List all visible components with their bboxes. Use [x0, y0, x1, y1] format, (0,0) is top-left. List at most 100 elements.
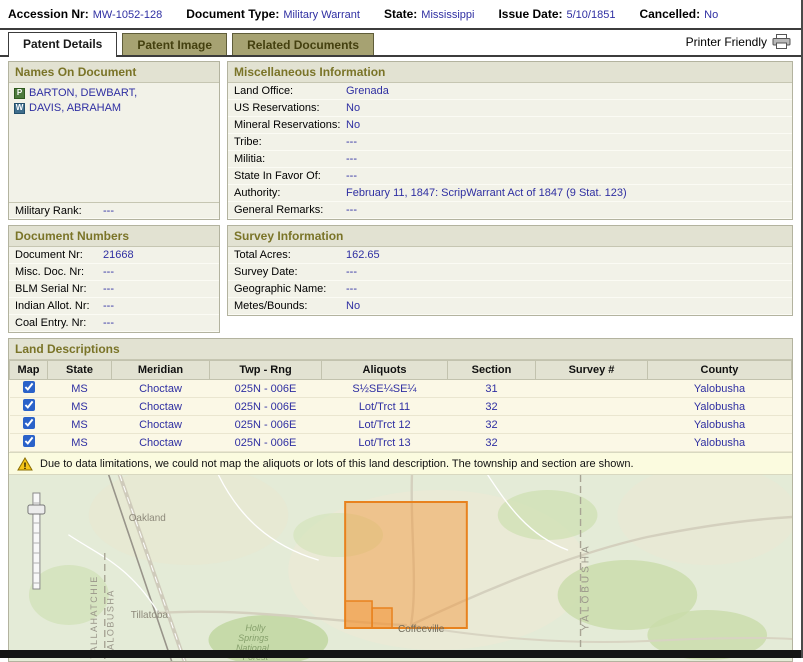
printer-friendly-link[interactable]: Printer Friendly [686, 34, 801, 55]
docnums-panel-title: Document Numbers [9, 226, 219, 247]
row-label: Survey Date: [234, 266, 346, 278]
cell-section: 32 [448, 416, 536, 434]
row-label: Misc. Doc. Nr: [15, 266, 103, 278]
svg-text:Springs: Springs [238, 633, 269, 643]
tab-related-documents[interactable]: Related Documents [232, 33, 374, 55]
table-row: MS Choctaw 025N - 006E S½SE¼SE¼ 31 Yalob… [10, 380, 792, 398]
metes-bounds-row: Metes/Bounds: No [228, 298, 792, 315]
cancelled-label: Cancelled: [639, 7, 700, 21]
col-county: County [648, 361, 792, 380]
warning-text: Due to data limitations, we could not ma… [40, 458, 634, 470]
issue-date-field: Issue Date: 5/10/1851 [498, 7, 615, 21]
map-checkbox[interactable] [23, 399, 35, 411]
names-panel-title: Names On Document [9, 62, 219, 83]
svg-text:!: ! [24, 461, 27, 471]
col-state: State [48, 361, 112, 380]
section-32-highlight-rect [372, 608, 392, 628]
row-label: Indian Allot. Nr: [15, 300, 103, 312]
printer-friendly-label: Printer Friendly [686, 35, 767, 49]
cell-state: MS [48, 380, 112, 398]
cell-twp-rng: 025N - 006E [210, 434, 322, 452]
row-value: No [346, 102, 360, 114]
names-on-document-panel: Names On Document P BARTON, DEWBART, W D… [8, 61, 220, 220]
cell-section: 31 [448, 380, 536, 398]
bottom-edge-bar [0, 650, 801, 658]
row-value: --- [346, 153, 357, 165]
misc-doc-nr-row: Misc. Doc. Nr: --- [9, 264, 219, 281]
row-value: --- [346, 204, 357, 216]
map-limitation-warning: ! Due to data limitations, we could not … [9, 452, 792, 475]
name-text: DAVIS, ABRAHAM [29, 102, 121, 114]
map-checkbox[interactable] [23, 417, 35, 429]
table-row: MS Choctaw 025N - 006E Lot/Trct 12 32 Ya… [10, 416, 792, 434]
row-value: No [346, 300, 360, 312]
map-label-county-tallahatchie: TALLAHATCHIE [89, 575, 99, 659]
row-value: 21668 [103, 249, 134, 261]
row-docnums-survey: Document Numbers Document Nr: 21668 Misc… [8, 225, 793, 333]
cell-twp-rng: 025N - 006E [210, 416, 322, 434]
row-label: Tribe: [234, 136, 346, 148]
row-value: --- [346, 136, 357, 148]
printer-icon [772, 34, 791, 49]
row-value: Grenada [346, 85, 389, 97]
cell-survey [536, 416, 648, 434]
military-rank-value: --- [103, 205, 114, 217]
row-label: BLM Serial Nr: [15, 283, 103, 295]
cell-aliquots: Lot/Trct 13 [322, 434, 448, 452]
blm-serial-nr-row: BLM Serial Nr: --- [9, 281, 219, 298]
general-remarks-row: General Remarks: --- [228, 202, 792, 219]
row-label: Total Acres: [234, 249, 346, 261]
indian-allot-nr-row: Indian Allot. Nr: --- [9, 298, 219, 315]
township-map[interactable]: Oakland Tillatoba Coffeeville Holly Spri… [9, 475, 792, 661]
land-descriptions-table: Map State Meridian Twp - Rng Aliquots Se… [9, 360, 792, 452]
tribe-row: Tribe: --- [228, 134, 792, 151]
row-label: Militia: [234, 153, 346, 165]
name-link-barton[interactable]: P BARTON, DEWBART, [14, 87, 214, 99]
map-township-highlight [345, 502, 467, 628]
row-value: --- [103, 283, 114, 295]
table-row: MS Choctaw 025N - 006E Lot/Trct 11 32 Ya… [10, 398, 792, 416]
land-office-row: Land Office: Grenada [228, 83, 792, 100]
map-label-tillatoba: Tillatoba [131, 610, 169, 621]
state-value: Mississippi [421, 9, 474, 21]
row-value: No [346, 119, 360, 131]
col-map: Map [10, 361, 48, 380]
map-label-county-yalobusha-left: YALOBUSHA [106, 589, 116, 657]
row-label: Document Nr: [15, 249, 103, 261]
state-label: State: [384, 7, 417, 21]
row-value: --- [346, 283, 357, 295]
table-row: MS Choctaw 025N - 006E Lot/Trct 13 32 Ya… [10, 434, 792, 452]
cancelled-value: No [704, 9, 718, 21]
map-checkbox[interactable] [23, 435, 35, 447]
col-section: Section [448, 361, 536, 380]
authority-link[interactable]: February 11, 1847: ScripWarrant Act of 1… [346, 187, 627, 199]
land-descriptions-panel: Land Descriptions Map State Meridian Twp… [8, 338, 793, 662]
geographic-name-row: Geographic Name: --- [228, 281, 792, 298]
cell-meridian: Choctaw [112, 434, 210, 452]
row-label: Coal Entry. Nr: [15, 317, 103, 329]
accession-label: Accession Nr: [8, 7, 89, 21]
row-label: Land Office: [234, 85, 346, 97]
accession-value: MW-1052-128 [93, 9, 163, 21]
state-field: State: Mississippi [384, 7, 475, 21]
tab-patent-details[interactable]: Patent Details [8, 32, 117, 57]
name-link-davis[interactable]: W DAVIS, ABRAHAM [14, 102, 214, 114]
us-reservations-row: US Reservations: No [228, 100, 792, 117]
cell-county: Yalobusha [648, 416, 792, 434]
land-table-header-row: Map State Meridian Twp - Rng Aliquots Se… [10, 361, 792, 380]
mineral-reservations-row: Mineral Reservations: No [228, 117, 792, 134]
map-checkbox[interactable] [23, 381, 35, 393]
state-in-favor-row: State In Favor Of: --- [228, 168, 792, 185]
col-meridian: Meridian [112, 361, 210, 380]
names-list: P BARTON, DEWBART, W DAVIS, ABRAHAM [9, 83, 219, 202]
militia-row: Militia: --- [228, 151, 792, 168]
zoom-slider-handle[interactable] [28, 505, 45, 514]
cell-state: MS [48, 434, 112, 452]
row-label: General Remarks: [234, 204, 346, 216]
tab-patent-image[interactable]: Patent Image [122, 33, 227, 55]
cancelled-field: Cancelled: No [639, 7, 718, 21]
row-label: State In Favor Of: [234, 170, 346, 182]
cell-state: MS [48, 416, 112, 434]
cell-county: Yalobusha [648, 398, 792, 416]
document-header-bar: Accession Nr: MW-1052-128 Document Type:… [0, 0, 801, 30]
